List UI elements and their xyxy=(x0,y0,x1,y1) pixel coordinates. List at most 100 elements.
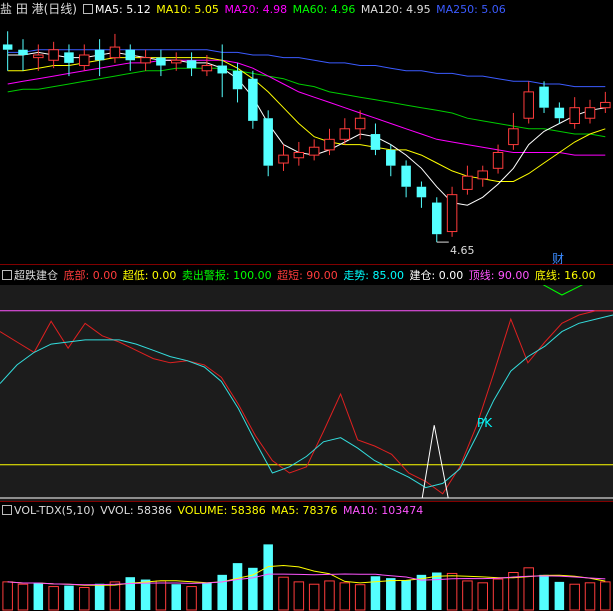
vol-item-volume: VOLUME: 58386 xyxy=(177,504,266,517)
volume-bar xyxy=(2,581,13,611)
indicator-chart[interactable] xyxy=(0,285,613,501)
volume-bar xyxy=(155,580,167,611)
candle-body xyxy=(33,54,44,59)
indicator-pane[interactable]: PK xyxy=(0,285,613,501)
candle-body xyxy=(432,202,442,235)
candle-body xyxy=(492,151,504,169)
volume-bar xyxy=(569,583,580,611)
candle-body xyxy=(477,170,488,180)
ind-item-build: 建仓: 0.00 xyxy=(409,269,464,282)
pane-separator[interactable] xyxy=(0,264,613,265)
candlestick-chart[interactable] xyxy=(0,18,613,264)
volume-bar xyxy=(293,581,305,611)
candle-body xyxy=(156,57,166,66)
settings-box-icon[interactable] xyxy=(2,270,12,280)
volume-bar xyxy=(109,581,121,611)
ma60-line xyxy=(7,67,606,138)
ind-item-trend: 走势: 85.00 xyxy=(343,269,405,282)
ma250-label: MA250: 5.06 xyxy=(436,3,506,16)
volume-bar xyxy=(48,586,59,611)
low-price-marker: 4.65 xyxy=(450,244,475,257)
indicator-header: 超跌建仓 底部: 0.00 超低: 0.00 卖出警报: 100.00 超短: … xyxy=(0,267,598,285)
volume-bar xyxy=(202,582,212,610)
candle-body xyxy=(125,49,136,61)
candle-body xyxy=(508,128,519,146)
candle-body xyxy=(600,101,611,109)
candle-body xyxy=(569,107,580,125)
volume-chart[interactable] xyxy=(0,520,613,611)
candle-body xyxy=(386,149,396,166)
volume-bar xyxy=(492,578,504,611)
candle-body xyxy=(18,49,28,55)
indicator-background xyxy=(0,285,613,501)
candle-body xyxy=(462,175,473,190)
candle-body xyxy=(263,118,273,166)
candle-body xyxy=(64,52,74,63)
volume-bar xyxy=(477,582,488,611)
candle-body xyxy=(248,78,258,121)
ma10-label: MA10: 5.05 xyxy=(156,3,219,16)
candle-body xyxy=(79,54,90,67)
candle-body xyxy=(339,128,351,140)
candle-body xyxy=(48,49,59,61)
ind-item-topline: 顶线: 90.00 xyxy=(468,269,530,282)
ma5-label: MA5: 5.12 xyxy=(95,3,151,16)
volume-bar xyxy=(217,574,227,610)
volume-bar xyxy=(125,577,136,610)
volume-bar xyxy=(186,586,197,611)
volume-bar xyxy=(584,582,596,611)
candle-body xyxy=(140,57,151,64)
candle-body xyxy=(446,194,458,233)
volume-header: VOL-TDX(5,10) VVOL: 58386 VOLUME: 58386 … xyxy=(0,502,425,520)
volume-bar xyxy=(79,587,90,611)
ma60-label: MA60: 4.96 xyxy=(292,3,356,16)
volume-bar xyxy=(33,582,44,610)
vol-item-vvol: VVOL: 58386 xyxy=(100,504,173,517)
vol-item-ma10: MA10: 103474 xyxy=(343,504,424,517)
volume-bar xyxy=(263,544,273,610)
settings-box-icon[interactable] xyxy=(2,505,12,515)
candle-body xyxy=(232,70,243,90)
volume-bar xyxy=(554,581,565,610)
volume-bar xyxy=(171,584,181,610)
pk-label: PK xyxy=(477,416,493,430)
candle-body xyxy=(370,134,381,150)
indicator-title: 超跌建仓 xyxy=(14,269,58,282)
ma10-line xyxy=(7,57,606,182)
ma20-label: MA20: 4.98 xyxy=(224,3,288,16)
candle-body xyxy=(308,146,320,156)
ind-item-sellalert: 卖出警报: 100.00 xyxy=(181,269,272,282)
candle-body xyxy=(217,65,227,74)
volume-bar xyxy=(462,580,473,611)
settings-box-icon[interactable] xyxy=(83,4,93,14)
price-pane[interactable]: 4.65 财 xyxy=(0,18,613,266)
ma120-label: MA120: 4.95 xyxy=(360,3,431,16)
candle-body xyxy=(324,138,335,151)
volume-bar xyxy=(17,583,29,611)
volume-bar xyxy=(354,584,366,611)
candle-body xyxy=(186,60,197,69)
candle-body xyxy=(401,165,411,187)
candle-body xyxy=(539,86,549,108)
candle-body xyxy=(584,107,596,119)
volume-bar xyxy=(278,576,289,611)
volume-bar xyxy=(386,578,396,610)
ind-item-bottomline: 底线: 16.00 xyxy=(534,269,596,282)
volume-bar xyxy=(401,580,411,610)
ind-item-ultrashort: 超短: 90.00 xyxy=(277,269,338,282)
candle-body xyxy=(94,49,105,61)
candle-body xyxy=(278,154,289,164)
volume-bar xyxy=(140,579,151,610)
candle-body xyxy=(2,44,13,50)
vol-item-ma5: MA5: 78376 xyxy=(271,504,338,517)
candle-body xyxy=(170,59,182,64)
volume-bar xyxy=(539,574,549,610)
volume-bar xyxy=(324,580,335,611)
price-header: 盐 田 港(日线) MA5: 5.12 MA10: 5.05 MA20: 4.98… xyxy=(0,0,508,18)
volume-bar xyxy=(248,567,258,610)
volume-bar xyxy=(432,572,442,610)
volume-pane[interactable] xyxy=(0,520,613,611)
candle-body xyxy=(416,186,427,198)
candle-body xyxy=(201,65,213,72)
volume-bar xyxy=(308,583,320,611)
